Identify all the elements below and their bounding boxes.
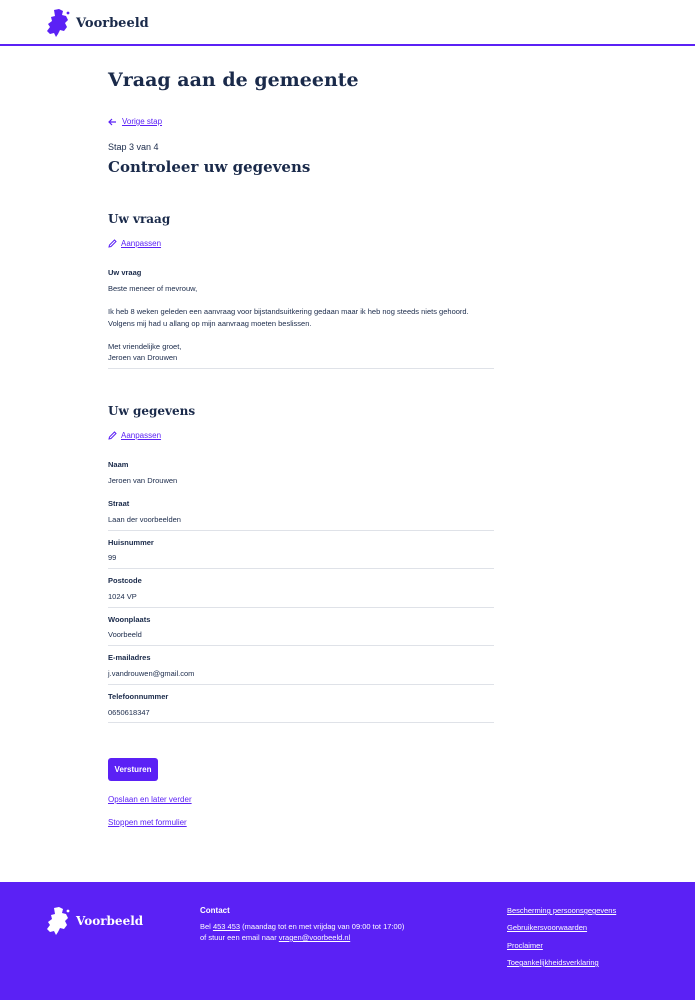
details-edit-label: Aanpassen <box>121 431 162 440</box>
question-line: Volgens mij had u allang op mijn aanvraa… <box>108 319 312 328</box>
footer-email-link[interactable]: vragen@voorbeeld.nl <box>279 933 350 942</box>
field-value-email: j.vandrouwen@gmail.com <box>108 669 195 678</box>
site-footer: Voorbeeld Contact Bel 453 453 (maandag t… <box>0 882 695 1000</box>
divider <box>108 645 494 646</box>
brand-name: Voorbeeld <box>76 15 149 31</box>
question-edit-link[interactable]: Aanpassen <box>108 239 161 248</box>
question-line: Jeroen van Drouwen <box>108 353 178 362</box>
step-indicator: Stap 3 van 4 <box>108 142 159 152</box>
field-label-straat: Straat <box>108 499 130 508</box>
footer-email-prefix: of stuur een email naar <box>200 933 279 942</box>
footer-phone-link[interactable]: 453 453 <box>213 922 240 931</box>
footer-email-line: of stuur een email naar vragen@voorbeeld… <box>200 933 350 942</box>
footer-phone-line: Bel 453 453 (maandag tot en met vrijdag … <box>200 922 404 931</box>
back-link[interactable]: Vorige stap <box>108 117 162 126</box>
question-field-label: Uw vraag <box>108 268 142 277</box>
pencil-icon <box>108 239 117 248</box>
netherlands-map-icon <box>47 907 70 935</box>
field-value-woonplaats: Voorbeeld <box>108 630 142 639</box>
field-value-huisnummer: 99 <box>108 553 117 562</box>
footer-brand-logo[interactable]: Voorbeeld <box>46 906 143 936</box>
arrow-left-icon <box>108 118 116 125</box>
submit-button[interactable]: Versturen <box>108 758 158 781</box>
site-header: Voorbeeld <box>0 0 695 46</box>
field-value-naam: Jeroen van Drouwen <box>108 476 178 485</box>
pencil-icon <box>108 431 117 440</box>
question-edit-label: Aanpassen <box>121 239 162 248</box>
footer-phone-suffix: (maandag tot en met vrijdag van 09:00 to… <box>240 922 405 931</box>
divider <box>108 530 494 531</box>
page-title: Vraag aan de gemeente <box>108 69 359 91</box>
field-value-telefoon: 0650618347 <box>108 708 150 717</box>
field-label-telefoon: Telefoonnummer <box>108 692 169 701</box>
footer-brand-name: Voorbeeld <box>76 914 144 928</box>
divider <box>108 568 494 569</box>
field-value-postcode: 1024 VP <box>108 592 137 601</box>
details-section-title: Uw gegevens <box>108 404 196 418</box>
brand-logo-link[interactable]: Voorbeeld <box>46 8 149 38</box>
field-label-naam: Naam <box>108 460 129 469</box>
save-later-link[interactable]: Opslaan en later verder <box>108 795 192 804</box>
field-label-huisnummer: Huisnummer <box>108 538 154 547</box>
field-label-postcode: Postcode <box>108 576 142 585</box>
footer-contact-title: Contact <box>200 906 230 915</box>
footer-phone-prefix: Bel <box>200 922 213 931</box>
back-link-label: Vorige stap <box>122 117 163 126</box>
question-line: Ik heb 8 weken geleden een aanvraag voor… <box>108 307 469 316</box>
question-section-title: Uw vraag <box>108 212 171 226</box>
step-title: Controleer uw gegevens <box>108 158 311 176</box>
divider <box>108 368 494 369</box>
footer-link-terms[interactable]: Gebruikersvoorwaarden <box>507 923 587 932</box>
field-label-woonplaats: Woonplaats <box>108 615 151 624</box>
field-label-email: E-mailadres <box>108 653 151 662</box>
divider <box>108 684 494 685</box>
divider <box>108 722 494 723</box>
footer-link-privacy[interactable]: Bescherming persoonsgegevens <box>507 906 616 915</box>
field-value-straat: Laan der voorbeelden <box>108 515 181 524</box>
footer-link-proclaimer[interactable]: Proclaimer <box>507 941 543 950</box>
stop-form-link[interactable]: Stoppen met formulier <box>108 818 187 827</box>
netherlands-map-icon <box>47 9 70 37</box>
footer-link-accessibility[interactable]: Toegankelijkheidsverklaring <box>507 958 599 967</box>
question-line: Beste meneer of mevrouw, <box>108 284 198 293</box>
question-line: Met vriendelijke groet, <box>108 342 182 351</box>
details-edit-link[interactable]: Aanpassen <box>108 431 161 440</box>
divider <box>108 607 494 608</box>
